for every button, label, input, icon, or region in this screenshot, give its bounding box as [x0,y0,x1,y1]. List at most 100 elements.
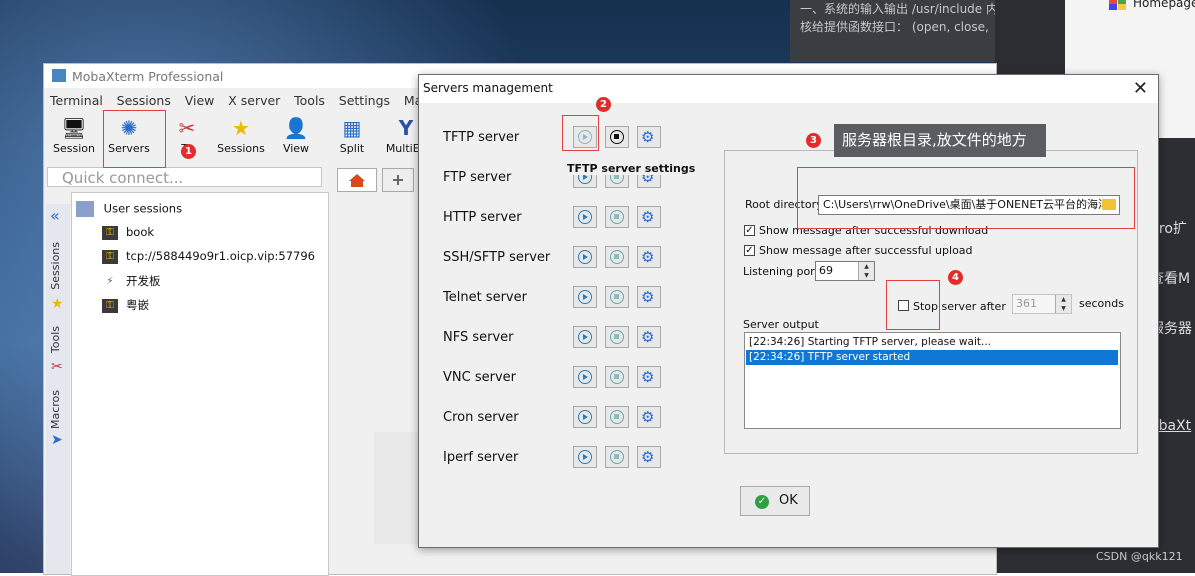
session-item[interactable]: ⚡ 开发板 [102,273,161,289]
menu-tools[interactable]: Tools [294,93,325,108]
menu-bar: Terminal Sessions View X server Tools Se… [50,93,452,111]
cron-stop-button[interactable] [605,406,629,428]
toolbar-sessions-button[interactable]: ★ Sessions [213,112,269,160]
macro-icon: ➤ [51,432,63,448]
spin-up-icon[interactable]: ▲ [1055,295,1071,304]
session-item[interactable]: ⚿ book [102,225,154,240]
toolbar-view-button[interactable]: 👤 View [268,112,324,160]
side-tab-sessions[interactable]: Sessions [49,242,62,290]
http-stop-button[interactable] [605,206,629,228]
annotation-badge: 3 [806,133,821,148]
new-tab-button[interactable] [382,168,414,192]
output-line[interactable]: [22:34:26] Starting TFTP server, please … [746,335,1118,350]
gear-icon: ⚙ [641,208,655,226]
annotation-box-servers [103,110,166,168]
session-item[interactable]: ⚿ 粤嵌 [102,297,149,313]
iperf-stop-button[interactable] [605,446,629,468]
ok-button[interactable]: ✓ OK [740,486,810,516]
key-icon: ⚿ [102,298,118,313]
tftp-settings-button[interactable]: ⚙ [637,126,661,148]
nfs-settings-button[interactable]: ⚙ [637,326,661,348]
stop-icon [610,250,624,264]
vnc-settings-button[interactable]: ⚙ [637,366,661,388]
stop-icon [610,410,624,424]
stop-icon [610,370,624,384]
spin-down-icon[interactable]: ▼ [858,271,874,280]
server-label-ssh-sftp: SSH/SFTP server [443,250,551,265]
side-tab-macros[interactable]: Macros [49,390,62,429]
listening-port-label: Listening port [743,265,820,278]
close-icon[interactable]: ✕ [1133,78,1148,99]
server-label-cron: Cron server [443,410,519,425]
http-start-button[interactable] [573,206,597,228]
server-label-http: HTTP server [443,210,522,225]
spin-up-icon[interactable]: ▲ [858,262,874,271]
dialog-title: Servers management [423,81,553,95]
stop-after-value: 361 [1016,297,1037,310]
play-icon [578,290,592,304]
nfs-start-button[interactable] [573,326,597,348]
home-icon [349,174,365,187]
output-line[interactable]: [22:34:26] TFTP server started [746,350,1118,365]
cron-settings-button[interactable]: ⚙ [637,406,661,428]
main-area-placeholder [374,432,422,544]
plus-icon [393,175,403,185]
homepage-link[interactable]: Homepage [1133,0,1195,10]
stop-after-spinner[interactable]: 361 ▲ ▼ [1012,294,1072,314]
annotation-tooltip: 服务器根目录,放文件的地方 [834,124,1046,157]
iperf-settings-button[interactable]: ⚙ [637,446,661,468]
side-tab-strip: « Sessions ★ Tools ✂ Macros ➤ [46,204,70,574]
server-label-vnc: VNC server [443,370,516,385]
user-sessions-folder[interactable]: User sessions [76,201,182,217]
telnet-stop-button[interactable] [605,286,629,308]
tftp-stop-button[interactable] [605,126,629,148]
vnc-stop-button[interactable] [605,366,629,388]
menu-terminal[interactable]: Terminal [50,93,103,108]
ssh-start-button[interactable] [573,246,597,268]
menu-settings[interactable]: Settings [339,93,390,108]
session-icon: 🖥 [61,116,87,140]
quick-connect-input[interactable]: Quick connect... [47,167,322,187]
side-tab-tools[interactable]: Tools [49,326,62,353]
annotation-box-root-dir [797,167,1135,229]
gear-icon: ⚙ [641,408,655,426]
server-output-list[interactable]: [22:34:26] Starting TFTP server, please … [744,332,1121,429]
key-icon: ⚿ [102,249,118,264]
telnet-start-button[interactable] [573,286,597,308]
listening-port-spinner[interactable]: 69 ▲ ▼ [815,261,875,281]
show-upload-checkbox[interactable]: ✓ [744,245,755,256]
telnet-settings-button[interactable]: ⚙ [637,286,661,308]
csdn-watermark: CSDN @qkk121 [1096,550,1183,563]
session-item[interactable]: ⚿ tcp://588449o9r1.oicp.vip:57796 [102,249,315,264]
iperf-start-button[interactable] [573,446,597,468]
show-download-checkbox[interactable]: ✓ [744,225,755,236]
home-tab[interactable] [337,168,377,192]
ssh-settings-button[interactable]: ⚙ [637,246,661,268]
nfs-stop-button[interactable] [605,326,629,348]
cron-start-button[interactable] [573,406,597,428]
tools-icon: ✂ [178,116,196,140]
menu-view[interactable]: View [185,93,215,108]
menu-sessions[interactable]: Sessions [117,93,171,108]
server-label-nfs: NFS server [443,330,514,345]
stop-icon [610,210,624,224]
menu-xserver[interactable]: X server [228,93,280,108]
collapse-icon[interactable]: « [50,206,60,225]
play-icon [578,370,592,384]
key-icon: ⚿ [102,225,118,240]
spin-down-icon[interactable]: ▼ [1055,304,1071,313]
server-label-ftp: FTP server [443,170,512,185]
mobaxterm-app-icon [52,69,66,82]
homepage-logo-icon [1109,0,1127,10]
star-icon: ★ [51,296,64,312]
http-settings-button[interactable]: ⚙ [637,206,661,228]
annotation-box-stop-server [886,280,940,330]
play-icon [578,210,592,224]
gear-icon: ⚙ [641,328,655,346]
vnc-start-button[interactable] [573,366,597,388]
ssh-stop-button[interactable] [605,246,629,268]
session-label: 开发板 [126,274,161,288]
toolbar-session-button[interactable]: 🖥 Session [46,112,102,160]
check-icon: ✓ [755,495,769,509]
toolbar-split-button[interactable]: ▦ Split [324,112,380,160]
